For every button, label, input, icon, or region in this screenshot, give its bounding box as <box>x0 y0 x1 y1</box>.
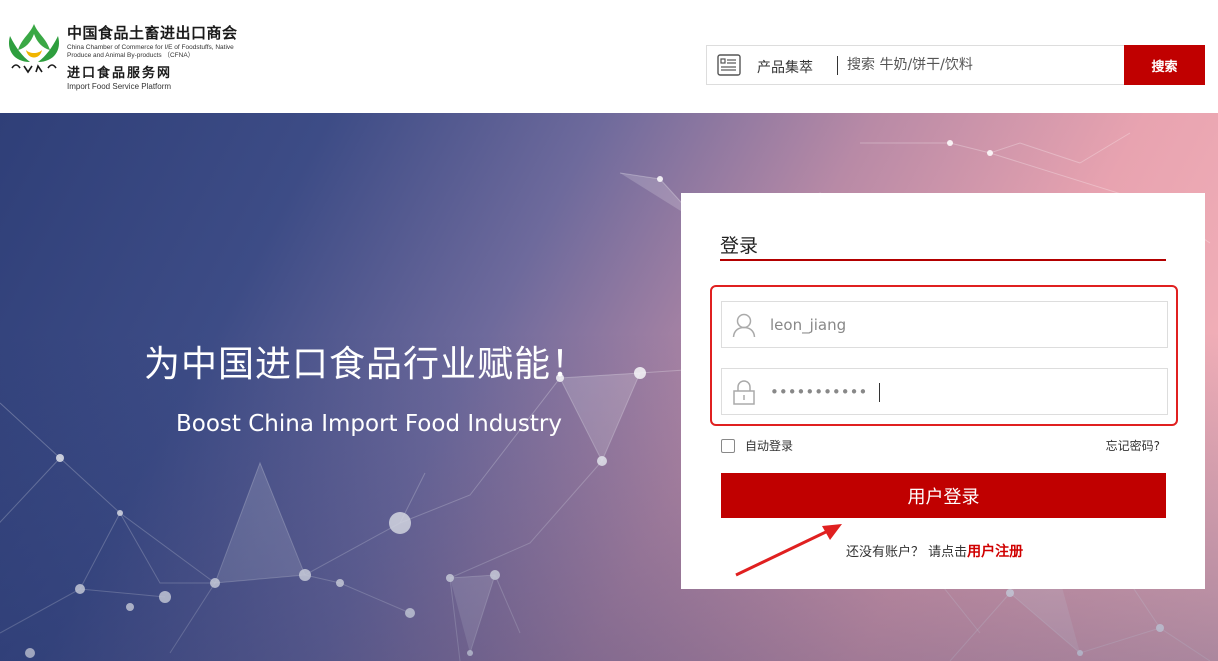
auto-login-checkbox[interactable] <box>721 438 735 453</box>
organization-block: 中国食品土畜进出口商会 China Chamber of Commerce fo… <box>67 24 257 92</box>
username-field[interactable] <box>721 301 1168 348</box>
category-dropdown[interactable]: 产品集萃 <box>757 57 813 77</box>
auto-login-option[interactable]: 自动登录 <box>721 437 793 454</box>
search-button[interactable]: 搜索 <box>1124 45 1205 85</box>
login-title-underline <box>720 259 1166 261</box>
slogan-cn: 为中国进口食品行业赋能！ <box>144 344 589 385</box>
login-card: 登录 自动登录 忘记密码? 用户登录 还没有账户？ 请点击用户注册 <box>681 193 1205 589</box>
slogan-en: Boost China Import Food Industry <box>176 411 562 437</box>
search-divider <box>837 56 838 75</box>
login-button[interactable]: 用户登录 <box>721 473 1166 518</box>
search-input[interactable] <box>847 47 1117 83</box>
user-icon <box>732 313 756 338</box>
site-header: 中国食品土畜进出口商会 China Chamber of Commerce fo… <box>0 0 1218 113</box>
register-prompt: 还没有账户？ 请点击用户注册 <box>846 541 1023 561</box>
org-name-en: China Chamber of Commerce for I/E of Foo… <box>67 44 234 59</box>
search-bar: 产品集萃 搜索 <box>706 45 1205 85</box>
username-input[interactable] <box>770 302 1150 347</box>
auto-login-label: 自动登录 <box>745 439 794 453</box>
register-prompt-text: 还没有账户？ 请点击 <box>846 545 968 560</box>
login-title: 登录 <box>720 235 759 257</box>
org-name-cn: 中国食品土畜进出口商会 <box>67 24 238 42</box>
password-input[interactable] <box>770 369 1150 414</box>
forgot-password-link[interactable]: 忘记密码? <box>1106 437 1160 454</box>
lock-icon <box>733 380 755 405</box>
register-link[interactable]: 用户注册 <box>967 544 1023 560</box>
password-field[interactable] <box>721 368 1168 415</box>
text-caret <box>879 383 880 402</box>
platform-name-cn: 进口食品服务网 <box>67 66 173 81</box>
list-document-icon[interactable] <box>717 54 741 76</box>
cfna-logo-icon[interactable] <box>4 20 64 78</box>
platform-name-en: Import Food Service Platform <box>67 82 172 91</box>
